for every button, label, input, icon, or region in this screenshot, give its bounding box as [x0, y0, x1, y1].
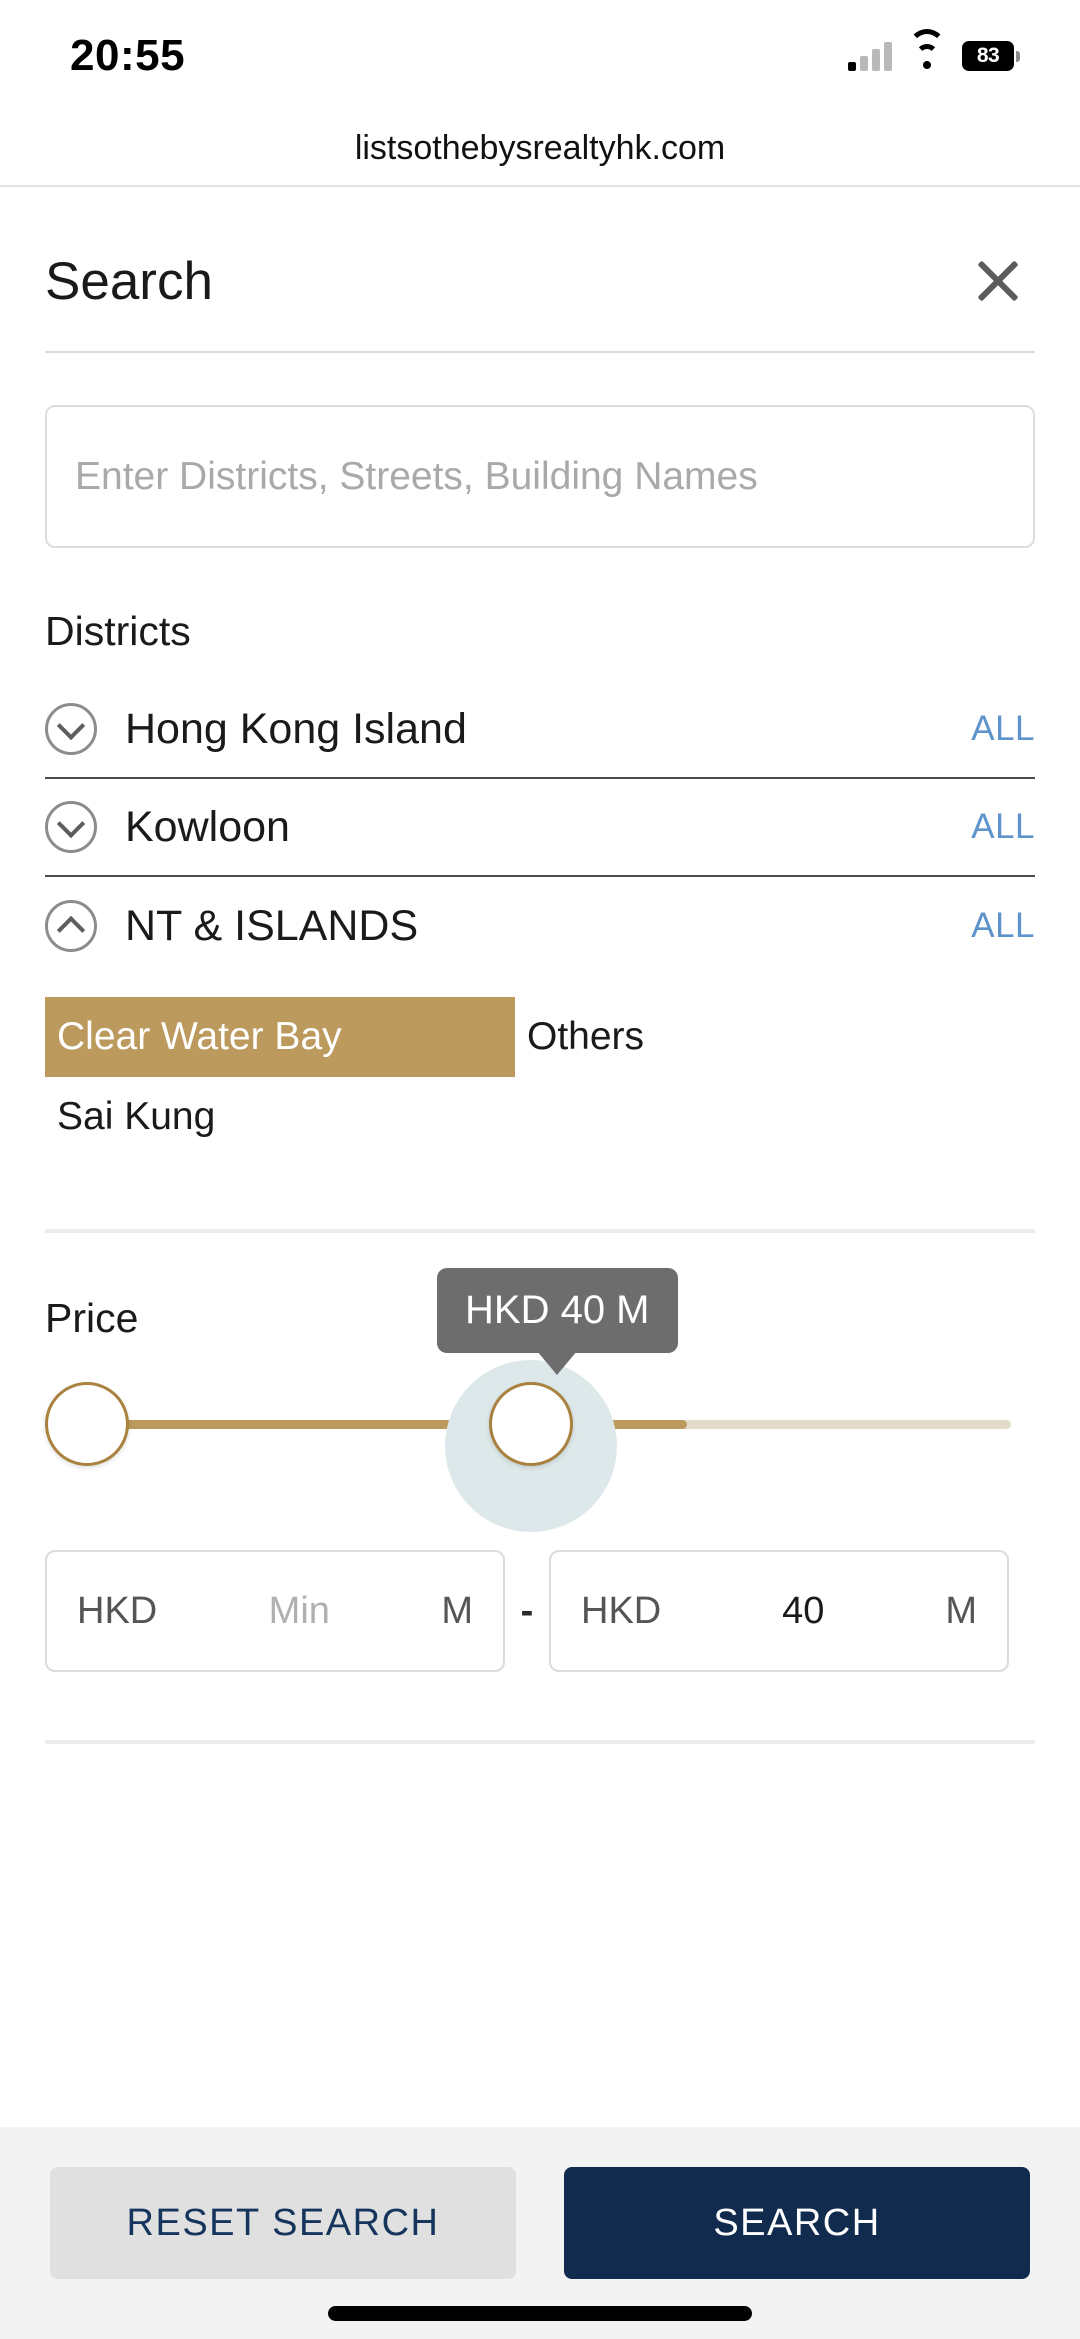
price-min-input[interactable]: HKD Min M: [45, 1550, 505, 1672]
district-all-link[interactable]: ALL: [971, 906, 1035, 946]
district-group-hong-kong-island[interactable]: Hong Kong Island ALL: [45, 681, 1035, 779]
search-input-placeholder: Enter Districts, Streets, Building Names: [75, 454, 758, 498]
header-divider: [45, 351, 1035, 353]
chevron-down-icon[interactable]: [45, 703, 97, 755]
districts-section: Districts Hong Kong Island ALL Kowloon A…: [45, 608, 1035, 1157]
district-item-sai-kung[interactable]: Sai Kung: [45, 1077, 540, 1157]
search-input[interactable]: Enter Districts, Streets, Building Names: [45, 405, 1035, 548]
district-group-left: NT & ISLANDS: [45, 900, 418, 952]
status-indicators: 83: [848, 29, 1020, 71]
district-sub-items: Clear Water Bay Others Sai Kung: [45, 997, 1035, 1157]
district-group-left: Kowloon: [45, 801, 290, 853]
price-min-value: Min: [268, 1589, 330, 1632]
district-group-label: Kowloon: [125, 802, 290, 851]
price-inputs: HKD Min M - HKD 40 M: [45, 1550, 1035, 1672]
price-range-separator: -: [520, 1589, 534, 1632]
district-group-kowloon[interactable]: Kowloon ALL: [45, 779, 1035, 877]
chevron-up-icon[interactable]: [45, 900, 97, 952]
district-group-label: NT & ISLANDS: [125, 901, 419, 950]
search-sheet: Search Enter Districts, Streets, Buildin…: [0, 187, 1080, 2339]
district-group-nt-islands[interactable]: NT & ISLANDS ALL: [45, 877, 1035, 975]
price-max-input[interactable]: HKD 40 M: [549, 1550, 1009, 1672]
sheet-header: Search: [45, 187, 1035, 337]
districts-label: Districts: [45, 608, 191, 654]
price-max-currency: HKD: [581, 1589, 662, 1632]
section-divider: [45, 1229, 1035, 1233]
price-range-slider[interactable]: HKD 40 M: [45, 1268, 1035, 1532]
district-item-clear-water-bay[interactable]: Clear Water Bay: [45, 997, 515, 1077]
page-title: Search: [45, 251, 213, 311]
battery-percent-label: 83: [976, 44, 1000, 67]
status-time: 20:55: [70, 31, 186, 80]
price-max-value: 40: [782, 1589, 825, 1632]
district-group-left: Hong Kong Island: [45, 703, 467, 755]
cellular-signal-icon: [848, 41, 892, 71]
price-min-currency: HKD: [77, 1589, 158, 1632]
battery-icon: 83: [962, 41, 1020, 71]
browser-url-bar[interactable]: listsothebysrealtyhk.com: [0, 112, 1080, 187]
district-group-label: Hong Kong Island: [125, 704, 467, 753]
url-text: listsothebysrealtyhk.com: [354, 129, 726, 167]
bottom-divider: [45, 1740, 1035, 1744]
search-button[interactable]: SEARCH: [564, 2167, 1030, 2279]
home-indicator: [328, 2306, 752, 2321]
price-min-unit: M: [441, 1589, 473, 1632]
slider-value-tooltip: HKD 40 M: [437, 1268, 678, 1353]
district-all-link[interactable]: ALL: [971, 807, 1035, 847]
action-footer: RESET SEARCH SEARCH: [0, 2127, 1080, 2339]
chevron-down-icon[interactable]: [45, 801, 97, 853]
price-section: Price HKD 40 M HKD Min M - HKD 40 M: [45, 1268, 1035, 1672]
price-max-unit: M: [945, 1589, 977, 1632]
reset-search-button[interactable]: RESET SEARCH: [50, 2167, 516, 2279]
district-item-others[interactable]: Others: [515, 997, 1010, 1077]
slider-handle-max[interactable]: [489, 1382, 573, 1466]
search-field-wrapper: Enter Districts, Streets, Building Names: [45, 405, 1035, 548]
slider-handle-min[interactable]: [45, 1382, 129, 1466]
district-all-link[interactable]: ALL: [971, 709, 1035, 749]
close-icon[interactable]: [961, 244, 1035, 318]
status-bar: 20:55 83: [0, 0, 1080, 112]
wifi-icon: [908, 29, 946, 71]
phone-screen: 20:55 83 listsothebysrealtyhk.com Search: [0, 0, 1080, 2339]
